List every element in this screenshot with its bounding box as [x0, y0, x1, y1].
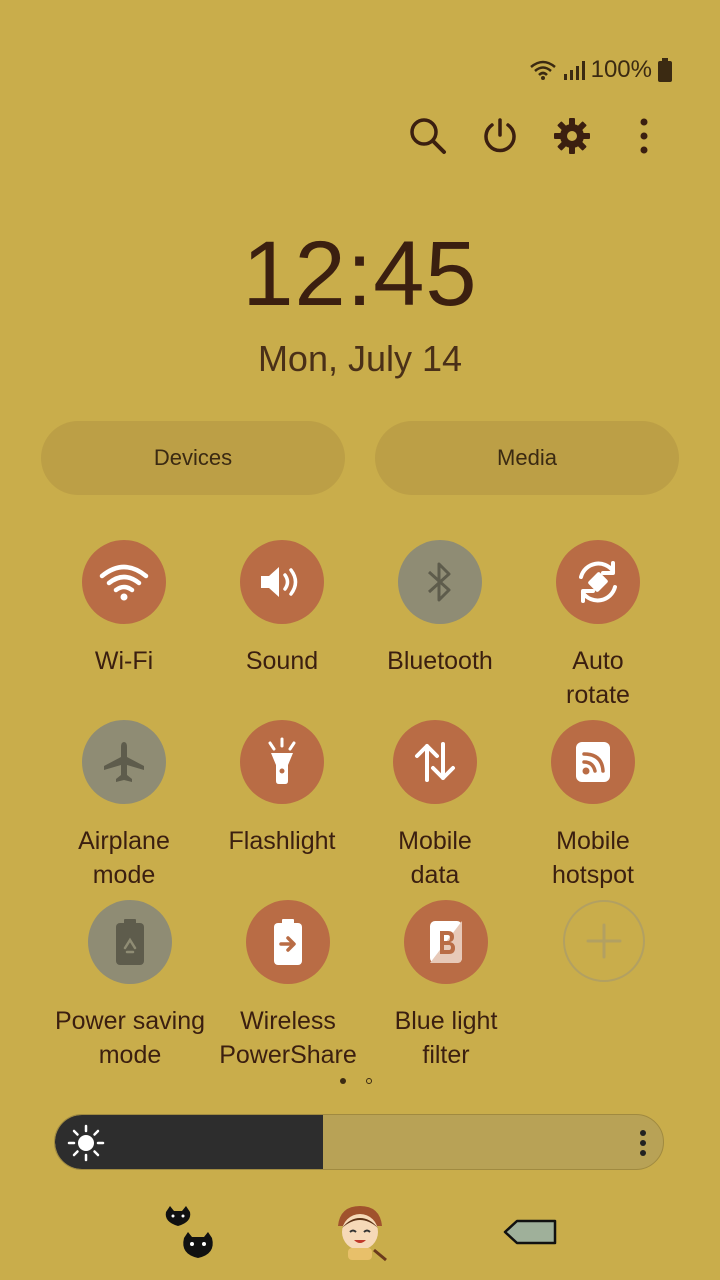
battery-icon — [658, 58, 672, 82]
tile-blue-light-filter-label: Blue light filter — [394, 1007, 498, 1069]
tile-wifi-toggle[interactable] — [82, 540, 166, 624]
clock-time: 12:45 — [242, 223, 478, 325]
wireless-powershare-icon — [274, 919, 302, 965]
add-tile-button[interactable] — [563, 900, 645, 982]
tile-sound-toggle[interactable] — [240, 540, 324, 624]
bluetooth-icon — [427, 562, 451, 602]
tile-wifi-label: Wi-Fi — [94, 647, 154, 675]
auto-rotate-icon — [579, 561, 617, 603]
tile-mobile-data-toggle[interactable] — [393, 720, 477, 804]
airplane-icon — [104, 742, 144, 782]
sound-icon — [261, 567, 298, 597]
tile-mobile-hotspot[interactable]: Mobile hotspot — [508, 720, 678, 892]
page-indicator — [340, 1078, 372, 1084]
mobile-data-icon — [415, 742, 455, 782]
tag-app-icon[interactable] — [503, 1218, 557, 1251]
brightness-more-icon[interactable] — [639, 1129, 647, 1157]
status-bar: 100% — [529, 56, 672, 84]
black-cats-icon — [165, 1206, 213, 1258]
brightness-slider[interactable] — [54, 1114, 664, 1170]
brightness-sun-icon — [67, 1124, 105, 1162]
power-icon — [484, 118, 516, 153]
tile-blue-light-filter[interactable]: Blue light filter — [361, 900, 531, 1072]
tile-flashlight-toggle[interactable] — [240, 720, 324, 804]
tile-mobile-data[interactable]: Mobile data — [350, 720, 520, 892]
black-cats-app-icon[interactable] — [162, 1206, 222, 1265]
media-button[interactable]: Media — [375, 421, 679, 495]
tile-wireless-powershare-label: Wireless PowerShare — [219, 1007, 357, 1069]
top-actions — [392, 112, 680, 160]
hotspot-icon — [576, 742, 610, 782]
wifi-status-icon — [529, 60, 556, 80]
tile-mobile-hotspot-toggle[interactable] — [551, 720, 635, 804]
settings-icon — [554, 118, 590, 154]
wifi-icon — [99, 564, 149, 601]
tile-sound[interactable]: Sound — [197, 540, 367, 678]
devices-button[interactable]: Devices — [41, 421, 345, 495]
tile-add[interactable] — [519, 900, 689, 982]
tile-auto-rotate-toggle[interactable] — [556, 540, 640, 624]
add-icon — [586, 923, 622, 959]
more-options-button[interactable] — [608, 112, 680, 160]
more-options-icon — [640, 118, 648, 154]
power-saving-icon — [116, 919, 144, 965]
tag-icon — [503, 1219, 557, 1245]
power-button[interactable] — [464, 112, 536, 160]
tile-airplane-toggle[interactable] — [82, 720, 166, 804]
tile-sound-label: Sound — [245, 647, 319, 675]
search-icon — [410, 118, 446, 154]
clock-date: Mon, July 14 — [257, 338, 463, 379]
tile-flashlight[interactable]: Flashlight — [197, 720, 367, 858]
tile-bluetooth-toggle[interactable] — [398, 540, 482, 624]
home-dock — [0, 1200, 720, 1270]
blue-light-filter-icon — [430, 921, 462, 963]
tile-wireless-powershare[interactable]: Wireless PowerShare — [203, 900, 373, 1072]
tile-power-saving[interactable]: Power saving mode — [45, 900, 215, 1072]
girl-character-app-icon[interactable] — [330, 1202, 390, 1269]
tile-blue-light-filter-toggle[interactable] — [404, 900, 488, 984]
tile-bluetooth-label: Bluetooth — [387, 647, 493, 675]
tile-flashlight-label: Flashlight — [228, 827, 336, 855]
girl-character-icon — [338, 1206, 387, 1262]
tile-airplane-label: Airplane mode — [78, 827, 170, 889]
battery-percent: 100% — [590, 56, 652, 83]
tile-airplane[interactable]: Airplane mode — [39, 720, 209, 892]
tile-mobile-data-label: Mobile data — [398, 827, 472, 889]
tile-wireless-powershare-toggle[interactable] — [246, 900, 330, 984]
page-dot-1[interactable] — [340, 1078, 346, 1084]
tile-power-saving-label: Power saving mode — [54, 1007, 206, 1069]
flashlight-icon — [268, 737, 296, 784]
signal-icon — [563, 61, 585, 80]
search-button[interactable] — [392, 112, 464, 160]
tile-auto-rotate[interactable]: Auto rotate — [513, 540, 683, 712]
tile-auto-rotate-label: Auto rotate — [566, 647, 630, 709]
tile-mobile-hotspot-label: Mobile hotspot — [551, 827, 634, 889]
tile-bluetooth[interactable]: Bluetooth — [355, 540, 525, 678]
settings-button[interactable] — [536, 112, 608, 160]
tile-power-saving-toggle[interactable] — [88, 900, 172, 984]
tile-wifi[interactable]: Wi-Fi — [39, 540, 209, 678]
page-dot-2[interactable] — [366, 1078, 372, 1084]
